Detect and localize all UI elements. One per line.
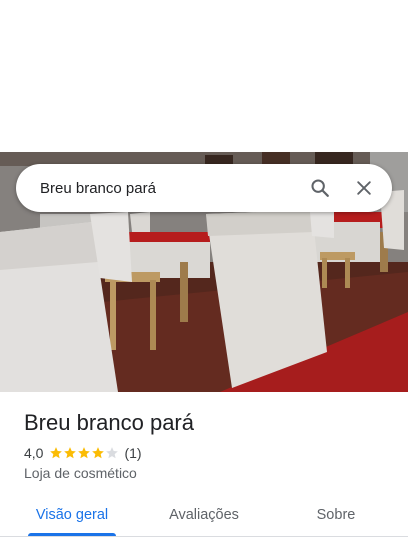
tab-about[interactable]: Sobre <box>264 494 408 536</box>
close-icon[interactable] <box>344 164 384 212</box>
review-count[interactable]: (1) <box>124 445 141 461</box>
star-filled-icon <box>92 447 105 459</box>
rating-value: 4,0 <box>24 445 44 461</box>
tab-label: Avaliações <box>169 507 239 523</box>
tab-label: Visão geral <box>35 507 109 523</box>
search-bar[interactable]: Breu branco pará <box>16 164 392 212</box>
search-icon[interactable] <box>300 164 340 212</box>
place-title: Breu branco pará <box>24 410 194 435</box>
place-category[interactable]: Loja de cosmético <box>24 465 137 481</box>
star-filled-icon <box>50 447 63 459</box>
search-query-text[interactable]: Breu branco pará <box>40 180 300 197</box>
star-empty-icon <box>106 447 119 459</box>
tab-label: Sobre <box>316 507 356 523</box>
rating-row[interactable]: 4,0 (1) <box>24 444 142 462</box>
place-sheet: Breu branco pará Breu branco pará 4,0 (1… <box>0 0 408 544</box>
place-tabs: Visão geral Avaliações Sobre <box>0 494 408 536</box>
star-filled-icon <box>78 447 91 459</box>
star-rating <box>49 446 119 460</box>
tab-overview[interactable]: Visão geral <box>0 494 144 536</box>
star-filled-icon <box>64 447 77 459</box>
tabs-divider <box>0 536 408 537</box>
tab-reviews[interactable]: Avaliações <box>144 494 264 536</box>
